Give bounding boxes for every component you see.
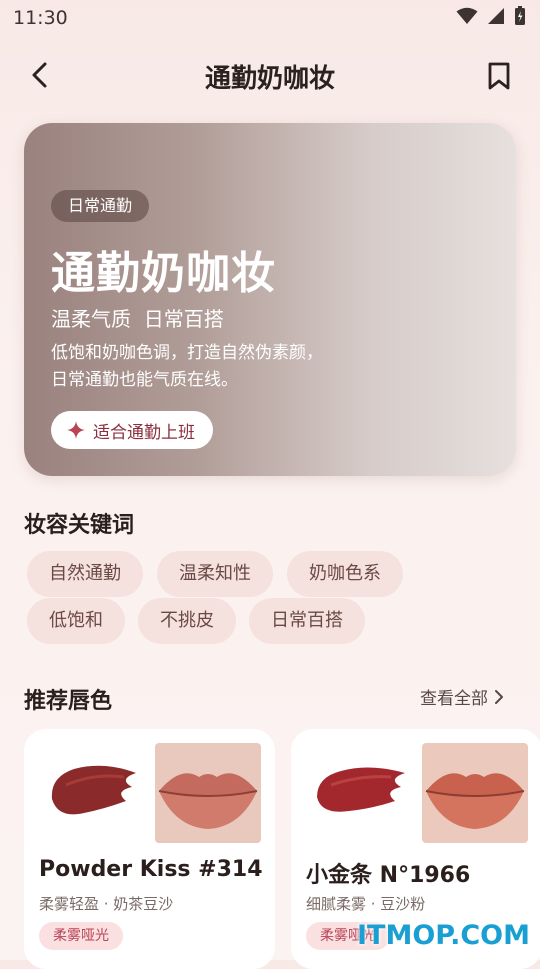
keyword-tag[interactable]: 温柔知性 <box>157 551 273 597</box>
status-time: 11:30 <box>13 7 68 29</box>
signal-icon <box>488 8 504 24</box>
sparkle-icon <box>67 421 85 439</box>
status-icons <box>456 6 526 26</box>
see-all-link[interactable]: 查看全部 <box>420 684 504 709</box>
lipstick-meta: 柔雾轻盈 · 奶茶豆沙 <box>39 895 174 913</box>
keyword-tag[interactable]: 奶咖色系 <box>287 551 403 597</box>
page-title: 通勤奶咖妆 <box>204 64 335 94</box>
hero-subtitle: 温柔气质 日常百搭 <box>51 307 224 331</box>
hero-desc-line1: 低饱和奶咖色调，打造自然伪素颜， <box>51 343 323 363</box>
lip-model-image <box>155 743 261 843</box>
keyword-tag[interactable]: 低饱和 <box>27 598 125 644</box>
suitable-for-commute-button[interactable]: 适合通勤上班 <box>51 411 213 449</box>
hero-category-chip: 日常通勤 <box>51 190 150 222</box>
wifi-icon <box>456 7 478 24</box>
suitable-label: 适合通勤上班 <box>93 422 195 443</box>
hero-title: 通勤奶咖妆 <box>51 248 276 299</box>
keyword-tag[interactable]: 日常百搭 <box>249 598 365 644</box>
lipstick-name: Powder Kiss #314 <box>39 857 263 882</box>
see-all-label: 查看全部 <box>420 689 488 709</box>
lipstick-name: 小金条 N°1966 <box>306 863 471 888</box>
lipstick-meta: 细腻柔雾 · 豆沙粉 <box>306 895 426 913</box>
keyword-tag[interactable]: 自然通勤 <box>27 551 143 597</box>
lipstick-card[interactable]: Powder Kiss #314 柔雾轻盈 · 奶茶豆沙 柔雾哑光 <box>24 729 275 969</box>
lipstick-swatch-image <box>51 765 136 815</box>
site-watermark: ITMOP.COM <box>356 920 530 951</box>
keywords-section-title: 妆容关键词 <box>24 513 135 538</box>
status-bar: 11:30 <box>0 0 540 36</box>
app-bar: 通勤奶咖妆 <box>0 46 540 108</box>
finish-badge: 柔雾哑光 <box>39 922 123 950</box>
hero-description: 低饱和奶咖色调，打造自然伪素颜， 日常通勤也能气质在线。 <box>51 340 381 394</box>
battery-icon <box>515 6 525 25</box>
lipstick-swatch-image <box>317 767 405 812</box>
recommend-section-title: 推荐唇色 <box>24 689 113 714</box>
hero-banner: 日常通勤 通勤奶咖妆 温柔气质 日常百搭 低饱和奶咖色调，打造自然伪素颜， 日常… <box>24 123 516 476</box>
chevron-right-icon <box>495 689 503 704</box>
lip-model-image <box>422 743 528 843</box>
bookmark-icon[interactable] <box>484 60 514 92</box>
hero-desc-line2: 日常通勤也能气质在线。 <box>51 370 238 390</box>
keyword-tag[interactable]: 不挑皮 <box>138 598 236 644</box>
